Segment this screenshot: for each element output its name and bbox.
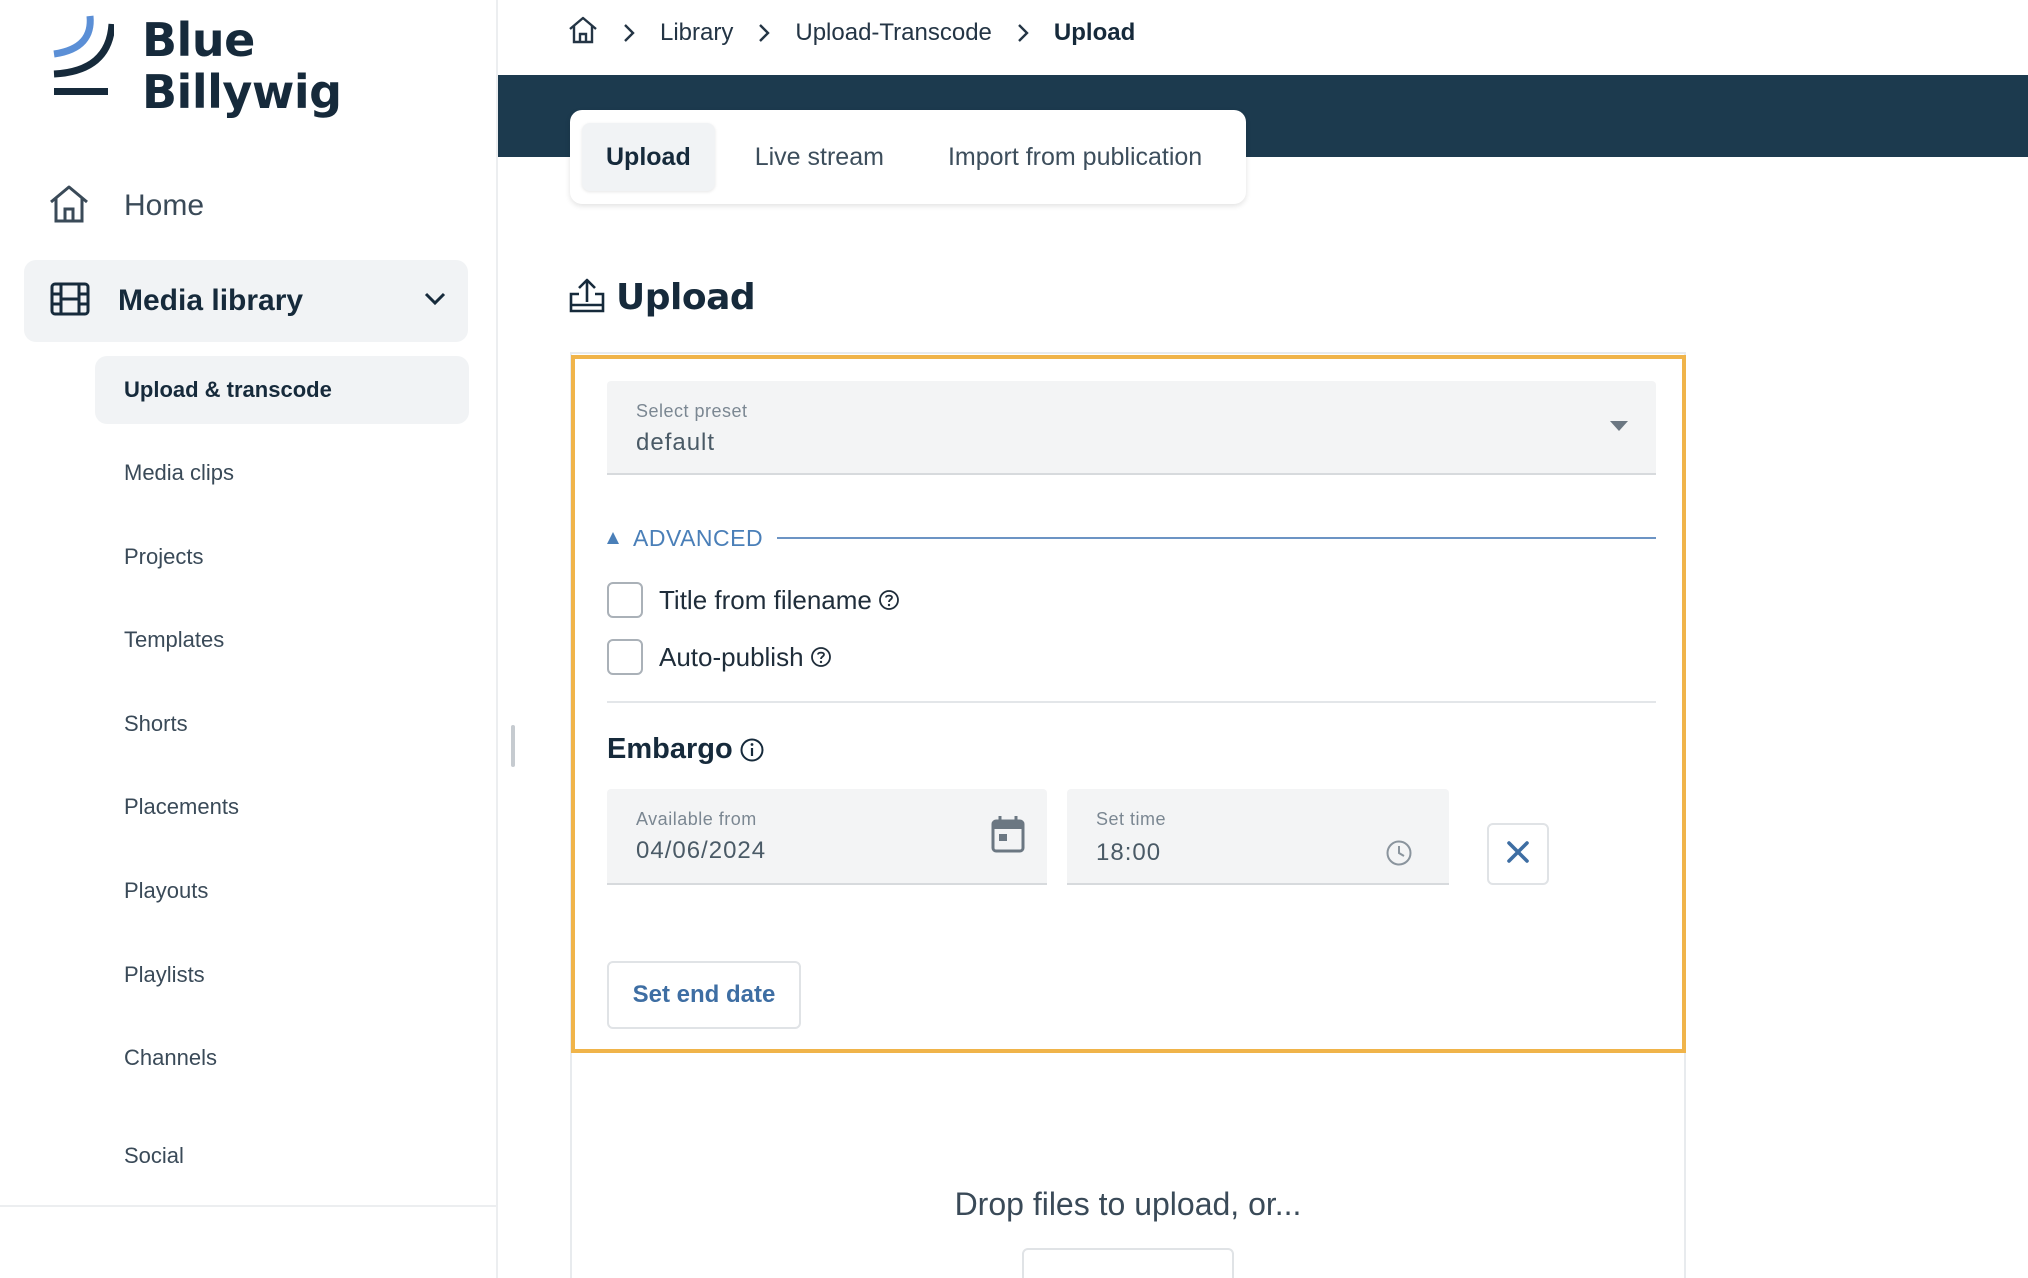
section-divider: [607, 701, 1656, 703]
preset-select-caption: Select preset: [636, 401, 748, 421]
available-from-value: 04/06/2024: [636, 837, 767, 864]
sidebar-item-channels[interactable]: Channels: [95, 1024, 469, 1092]
available-from-caption: Available from: [636, 809, 757, 829]
auto-publish-checkbox[interactable]: [607, 639, 643, 675]
film-icon: [50, 282, 90, 321]
page-title: Upload: [568, 276, 756, 319]
sidebar-divider: [0, 1205, 498, 1207]
upload-settings-panel: Select preset default ADVANCED Title fro…: [571, 355, 1686, 1053]
sidebar-item-media-clips[interactable]: Media clips: [95, 439, 469, 507]
nav-media-library[interactable]: Media library: [24, 260, 468, 342]
advanced-toggle[interactable]: ADVANCED: [607, 523, 1656, 553]
sidebar-item-placements[interactable]: Placements: [95, 773, 469, 841]
embargo-title: Embargo: [607, 733, 733, 765]
page-title-text: Upload: [616, 277, 756, 318]
sidebar-resize-handle[interactable]: [511, 725, 515, 767]
sidebar-item-playlists[interactable]: Playlists: [95, 941, 469, 1009]
nav-home-label: Home: [124, 189, 205, 222]
set-time-value: 18:00: [1096, 839, 1162, 866]
info-circle-icon[interactable]: [739, 737, 765, 763]
preset-select[interactable]: Select preset default: [607, 381, 1656, 475]
tab-upload[interactable]: Upload: [582, 123, 715, 191]
breadcrumb: Library Upload-Transcode Upload: [568, 12, 1135, 54]
triangle-up-icon: [607, 532, 619, 544]
brand-line-1: Blue: [142, 13, 255, 67]
sidebar-item-playouts[interactable]: Playouts: [95, 857, 469, 925]
advanced-divider: [777, 537, 1656, 539]
tab-import-from-publication[interactable]: Import from publication: [924, 123, 1226, 191]
chevron-right-icon: [757, 22, 771, 44]
set-time-field[interactable]: Set time 18:00: [1067, 789, 1449, 885]
clear-embargo-button[interactable]: [1487, 823, 1549, 885]
set-end-date-button[interactable]: Set end date: [607, 961, 801, 1029]
auto-publish-label: Auto-publish: [659, 641, 804, 672]
sidebar-item-shorts[interactable]: Shorts: [95, 690, 469, 758]
breadcrumb-upload-transcode[interactable]: Upload-Transcode: [795, 19, 992, 47]
calendar-icon[interactable]: [991, 815, 1025, 858]
select-files-button[interactable]: [1022, 1248, 1234, 1278]
dropdown-caret-icon: [1610, 421, 1628, 431]
preset-select-value: default: [636, 429, 716, 456]
sidebar-item-upload-transcode[interactable]: Upload & transcode: [95, 356, 469, 424]
sidebar-item-projects[interactable]: Projects: [95, 523, 469, 591]
brand-logo[interactable]: Blue Billywig: [50, 14, 342, 118]
breadcrumb-library[interactable]: Library: [660, 19, 733, 47]
brand-line-2: Billywig: [142, 65, 342, 119]
title-from-filename-checkbox[interactable]: [607, 582, 643, 618]
dropzone-text: Drop files to upload, or...: [954, 1186, 1302, 1222]
nav-media-library-label: Media library: [118, 284, 304, 317]
embargo-heading: Embargo: [607, 733, 765, 766]
help-circle-icon[interactable]: [878, 589, 900, 611]
available-from-field[interactable]: Available from 04/06/2024: [607, 789, 1047, 885]
chevron-right-icon: [1016, 22, 1030, 44]
breadcrumb-home-icon[interactable]: [568, 16, 598, 51]
upload-icon: [568, 276, 606, 319]
tab-live-stream[interactable]: Live stream: [731, 123, 908, 191]
title-from-filename-label: Title from filename: [659, 584, 872, 615]
chevron-right-icon: [622, 22, 636, 44]
blue-billywig-logo-icon: [50, 14, 116, 96]
set-time-caption: Set time: [1096, 809, 1167, 829]
sidebar-item-social[interactable]: Social: [95, 1122, 469, 1190]
help-circle-icon[interactable]: [810, 646, 832, 668]
upload-tabs: Upload Live stream Import from publicati…: [570, 110, 1246, 204]
brand-name: Blue Billywig: [142, 14, 342, 118]
sidebar-item-templates[interactable]: Templates: [95, 606, 469, 674]
breadcrumb-current: Upload: [1053, 19, 1136, 46]
chevron-down-icon[interactable]: [422, 286, 448, 317]
auto-publish-row: Auto-publish: [607, 638, 832, 676]
title-from-filename-row: Title from filename: [607, 581, 900, 619]
clock-icon[interactable]: [1385, 839, 1413, 872]
nav-home[interactable]: Home: [48, 178, 468, 234]
home-icon: [48, 184, 90, 229]
advanced-label: ADVANCED: [633, 524, 764, 551]
sidebar: Blue Billywig Home Media library Upload …: [0, 0, 498, 1278]
close-icon: [1506, 840, 1530, 869]
